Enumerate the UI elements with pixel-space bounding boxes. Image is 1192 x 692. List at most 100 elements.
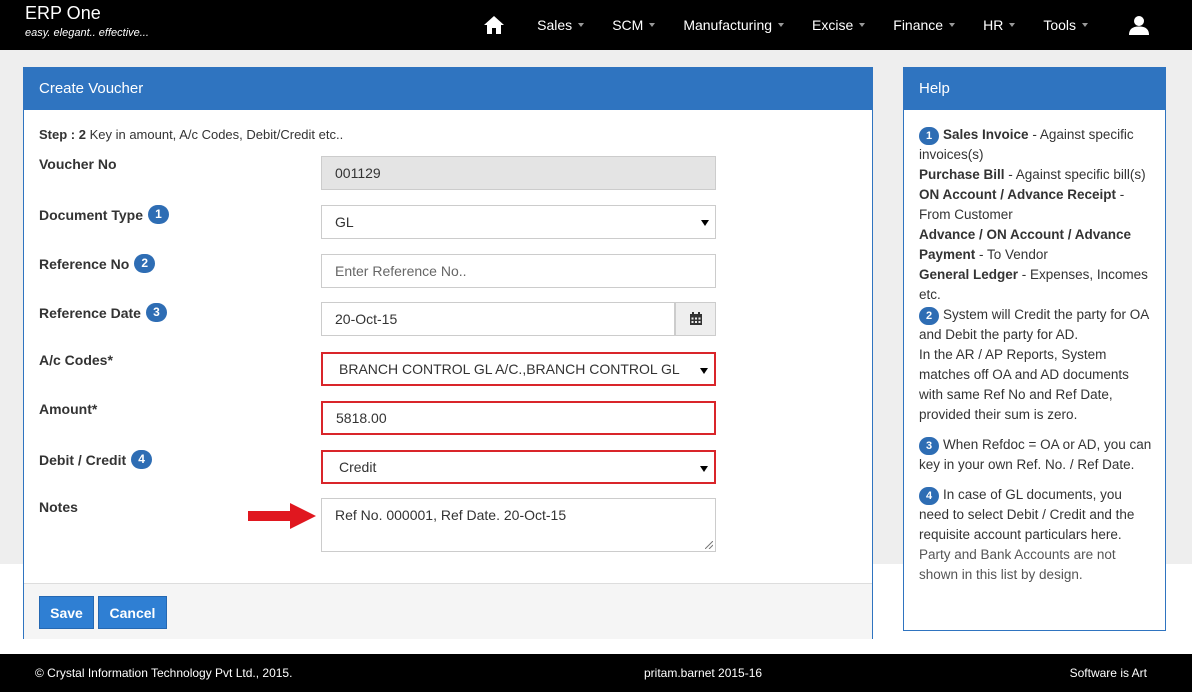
reference-no-input[interactable]: Enter Reference No.. bbox=[321, 254, 716, 288]
nav-user[interactable] bbox=[1102, 0, 1192, 50]
help-note-3: 3 When Refdoc = OA or AD, you can key in … bbox=[919, 435, 1154, 475]
step-text: Key in amount, A/c Codes, Debit/Credit e… bbox=[85, 127, 344, 142]
main-nav: Sales SCM Manufacturing Excise Finance H… bbox=[469, 0, 1192, 50]
document-type-select[interactable]: GL bbox=[321, 205, 716, 239]
top-navbar: ERP One easy. elegant.. effective... Sal… bbox=[0, 0, 1192, 50]
help-purchase-bill: Purchase Bill - Against specific bill(s) bbox=[919, 165, 1154, 185]
step-label: Step : 2 bbox=[39, 127, 86, 142]
notes-value: Ref No. 000001, Ref Date. 20-Oct-15 bbox=[335, 507, 567, 523]
footer-slogan: Software is Art bbox=[1069, 666, 1147, 680]
amount-value: 5818.00 bbox=[336, 410, 387, 426]
nav-manufacturing-label: Manufacturing bbox=[683, 17, 773, 33]
brand[interactable]: ERP One easy. elegant.. effective... bbox=[25, 3, 149, 39]
help-title: Help bbox=[904, 68, 1165, 110]
debit-credit-select[interactable]: Credit bbox=[321, 450, 716, 484]
caret-down-icon bbox=[649, 23, 656, 27]
help-note-5: Party and Bank Accounts are not shown in… bbox=[919, 547, 1116, 582]
debit-credit-value: Credit bbox=[339, 459, 377, 475]
calendar-button[interactable] bbox=[675, 302, 716, 336]
help-badge: 4 bbox=[919, 487, 939, 505]
footer-user: pritam.barnet 2015-16 bbox=[644, 666, 763, 680]
caret-down-icon bbox=[859, 23, 866, 27]
help-on-account-receipt: ON Account / Advance Receipt - From Cust… bbox=[919, 185, 1154, 225]
caret-down-icon bbox=[949, 23, 956, 27]
voucher-no-field: 001129 bbox=[321, 156, 716, 190]
amount-input[interactable]: 5818.00 bbox=[321, 401, 716, 435]
nav-scm[interactable]: SCM bbox=[598, 0, 669, 50]
help-text: System will Credit the party for OA and … bbox=[919, 307, 1149, 342]
debit-credit-label-text: Debit / Credit bbox=[39, 451, 127, 468]
help-note-2b: In the AR / AP Reports, System matches o… bbox=[919, 347, 1129, 422]
help-advance-payment: Advance / ON Account / Advance Payment -… bbox=[919, 225, 1154, 265]
ac-codes-value: BRANCH CONTROL GL A/C.,BRANCH CONTROL GL… bbox=[339, 361, 681, 377]
voucher-no-value: 001129 bbox=[335, 165, 381, 181]
help-general-ledger: General Ledger - Expenses, Incomes etc. bbox=[919, 265, 1154, 305]
user-icon bbox=[1129, 16, 1149, 35]
reference-date-input[interactable]: 20-Oct-15 bbox=[321, 302, 675, 336]
nav-home[interactable] bbox=[469, 0, 523, 50]
reference-no-placeholder: Enter Reference No.. bbox=[335, 263, 467, 279]
ac-codes-select[interactable]: BRANCH CONTROL GL A/C.,BRANCH CONTROL GL… bbox=[321, 352, 716, 386]
help-panel: Help 1 Sales Invoice - Against specific i… bbox=[903, 67, 1166, 631]
nav-sales[interactable]: Sales bbox=[523, 0, 598, 50]
help-body: 1 Sales Invoice - Against specific invoic… bbox=[919, 125, 1154, 585]
calendar-icon bbox=[689, 312, 702, 325]
amount-label-text: Amount* bbox=[39, 401, 98, 417]
page-footer: © Crystal Information Technology Pvt Ltd… bbox=[0, 654, 1192, 692]
step-instruction: Step : 2 Key in amount, A/c Codes, Debit… bbox=[39, 127, 343, 142]
help-note-4: 4 In case of GL documents, you need to se… bbox=[919, 485, 1154, 545]
app-tagline: easy. elegant.. effective... bbox=[25, 27, 149, 39]
reference-date-value: 20-Oct-15 bbox=[335, 311, 398, 327]
help-sales-invoice: 1 Sales Invoice - Against specific invoic… bbox=[919, 125, 1154, 165]
help-term: ON Account / Advance Receipt bbox=[919, 187, 1117, 202]
help-badge: 2 bbox=[919, 307, 939, 325]
nav-excise-label: Excise bbox=[812, 17, 854, 33]
nav-hr[interactable]: HR bbox=[969, 0, 1029, 50]
panel-footer: Save Cancel bbox=[24, 583, 872, 639]
nav-excise[interactable]: Excise bbox=[798, 0, 879, 50]
amount-label: Amount* bbox=[39, 401, 97, 417]
document-type-value: GL bbox=[335, 214, 354, 230]
notes-textarea[interactable]: Ref No. 000001, Ref Date. 20-Oct-15 bbox=[321, 498, 716, 552]
help-text: In case of GL documents, you need to sel… bbox=[919, 487, 1135, 542]
reference-no-label: Reference No 2 bbox=[39, 254, 156, 273]
reference-date-label: Reference Date 3 bbox=[39, 303, 167, 322]
panel-title: Create Voucher bbox=[24, 68, 872, 110]
help-badge: 1 bbox=[147, 205, 169, 224]
reference-date-label-text: Reference Date bbox=[39, 304, 141, 321]
create-voucher-panel: Create Voucher Step : 2 Key in amount, A… bbox=[23, 67, 873, 639]
ac-codes-label-text: A/c Codes* bbox=[39, 352, 113, 368]
help-badge: 3 bbox=[145, 303, 167, 322]
document-type-label: Document Type 1 bbox=[39, 205, 169, 224]
nav-manufacturing[interactable]: Manufacturing bbox=[669, 0, 798, 50]
help-term: General Ledger bbox=[919, 267, 1019, 282]
cancel-button[interactable]: Cancel bbox=[98, 596, 167, 629]
nav-tools[interactable]: Tools bbox=[1029, 0, 1102, 50]
nav-tools-label: Tools bbox=[1043, 17, 1076, 33]
nav-sales-label: Sales bbox=[537, 17, 573, 33]
help-text: When Refdoc = OA or AD, you can key in y… bbox=[919, 437, 1152, 472]
debit-credit-label: Debit / Credit 4 bbox=[39, 450, 153, 469]
voucher-no-label-text: Voucher No bbox=[39, 156, 117, 172]
help-note-2a: 2 System will Credit the party for OA and… bbox=[919, 305, 1154, 345]
resize-grip-icon[interactable] bbox=[705, 541, 713, 549]
ac-codes-label: A/c Codes* bbox=[39, 352, 113, 368]
help-badge: 4 bbox=[131, 450, 153, 469]
caret-down-icon bbox=[578, 23, 585, 27]
nav-finance[interactable]: Finance bbox=[879, 0, 969, 50]
arrow-right-icon bbox=[248, 503, 316, 529]
app-title: ERP One bbox=[25, 3, 101, 23]
caret-down-icon bbox=[778, 23, 785, 27]
help-term: Sales Invoice bbox=[943, 127, 1029, 142]
footer-copyright: © Crystal Information Technology Pvt Ltd… bbox=[35, 666, 293, 680]
nav-finance-label: Finance bbox=[893, 17, 944, 33]
save-button[interactable]: Save bbox=[39, 596, 94, 629]
document-type-label-text: Document Type bbox=[39, 206, 143, 223]
help-desc: - To Vendor bbox=[975, 247, 1048, 262]
notes-label: Notes bbox=[39, 499, 78, 515]
help-badge: 3 bbox=[919, 437, 939, 455]
notes-label-text: Notes bbox=[39, 499, 78, 515]
help-desc: - Against specific bill(s) bbox=[1004, 167, 1146, 182]
home-icon bbox=[484, 16, 505, 34]
nav-scm-label: SCM bbox=[612, 17, 644, 33]
